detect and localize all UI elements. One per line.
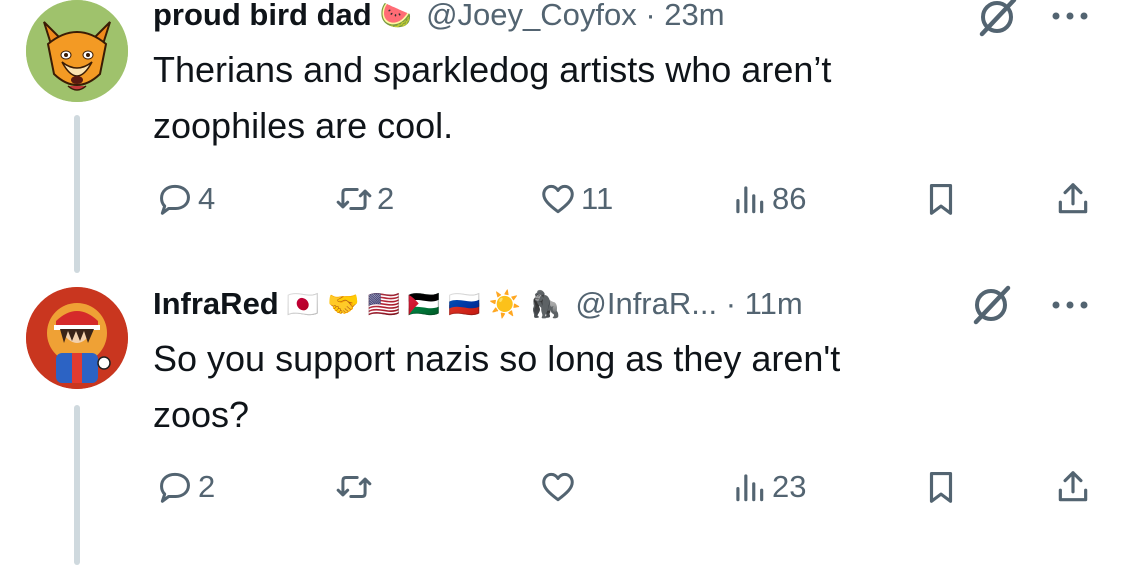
view-count: 23 [772,469,807,504]
name-emoji: ☀️ [488,289,521,319]
reply-icon [160,184,190,215]
display-name[interactable]: InfraRed [153,286,279,322]
repost-button[interactable]: 2 [335,176,394,222]
handle-and-time[interactable]: @Joey_Coyfox · 23m [426,0,725,33]
name-emoji: 🇷🇺 [448,289,481,319]
share-icon [1058,471,1088,502]
share-button[interactable] [1054,176,1092,222]
name-emoji: 🤝 [327,289,360,319]
views-button[interactable]: 23 [730,464,806,510]
tweet[interactable]: InfraRed 🇯🇵 🤝 🇺🇸 🇵🇸 🇷🇺 ☀️ 🦍 @InfraR... ·… [0,275,1125,568]
avatar[interactable] [26,0,128,102]
reply-button[interactable]: 2 [156,464,215,510]
avatar[interactable] [26,287,128,389]
like-button[interactable] [539,464,581,510]
name-emoji: 🇯🇵 [286,289,320,319]
bookmark-button[interactable] [922,464,960,510]
trainer-avatar-icon [26,287,128,389]
views-chart-icon [736,186,764,214]
more-options-icon[interactable] [1048,6,1092,26]
reply-icon [160,472,190,503]
reply-button[interactable]: 4 [156,176,215,222]
repost-icon [336,187,372,211]
repost-icon [336,475,372,499]
bookmark-icon [929,471,953,503]
heart-icon [542,184,574,214]
views-chart-icon [736,474,764,502]
action-bar: 2 23 [0,464,1125,510]
display-name[interactable]: proud bird dad [153,0,372,33]
name-emoji: 🇺🇸 [367,289,400,319]
name-emoji: 🍉 [379,0,413,30]
grok-icon[interactable] [972,0,1022,42]
handle-and-time[interactable]: @InfraR... · 11m [575,286,802,322]
repost-button[interactable] [335,464,377,510]
tweet-header: proud bird dad 🍉 @Joey_Coyfox · 23m [153,0,725,40]
grok-icon[interactable] [966,280,1016,330]
view-count: 86 [772,181,807,216]
bookmark-button[interactable] [922,176,960,222]
share-button[interactable] [1054,464,1092,510]
repost-count: 2 [377,181,395,216]
bookmark-icon [929,183,953,215]
share-icon [1058,183,1088,214]
like-count: 11 [581,181,614,216]
reply-count: 4 [198,181,216,216]
tweet-text: So you support nazis so long as they are… [153,338,841,435]
like-button[interactable]: 11 [539,176,613,222]
reply-count: 2 [198,469,216,504]
heart-icon [542,472,574,502]
name-emoji: 🇵🇸 [407,289,441,319]
tweet-header: InfraRed 🇯🇵 🤝 🇺🇸 🇵🇸 🇷🇺 ☀️ 🦍 @InfraR... ·… [153,279,803,329]
action-bar: 4 2 11 86 [0,176,1125,222]
tweet-text: Therians and sparkledog artists who aren… [153,49,832,146]
fox-avatar-icon [26,0,128,102]
more-options-icon[interactable] [1048,295,1092,315]
tweet[interactable]: proud bird dad 🍉 @Joey_Coyfox · 23m Ther… [0,0,1125,275]
views-button[interactable]: 86 [730,176,806,222]
name-emoji: 🦍 [529,289,562,319]
